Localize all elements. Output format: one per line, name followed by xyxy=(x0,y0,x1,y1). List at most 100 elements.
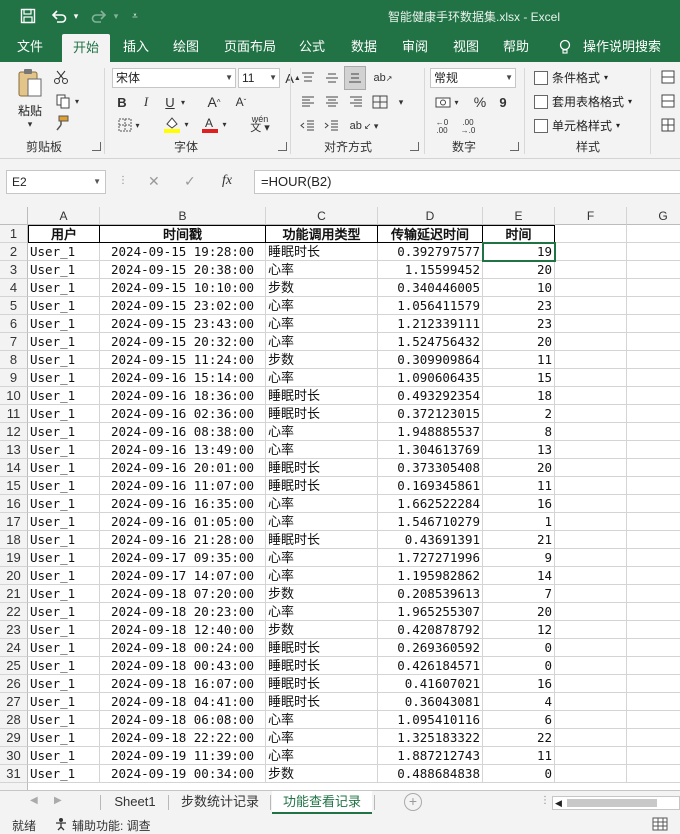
align-bottom-icon[interactable] xyxy=(344,66,366,90)
scroll-tabs-left-icon[interactable]: ◀ xyxy=(30,795,38,806)
wrap-text-icon[interactable] xyxy=(370,92,390,112)
cell-e21[interactable]: 7 xyxy=(483,585,555,603)
number-launcher-icon[interactable] xyxy=(510,142,519,151)
cell-d4[interactable]: 0.340446005 xyxy=(378,279,483,297)
cell-f29[interactable] xyxy=(555,729,627,747)
decrease-font-size-icon[interactable]: Aˇ xyxy=(232,92,250,112)
row-header[interactable]: 25 xyxy=(0,657,28,675)
cell-a21[interactable]: User_1 xyxy=(28,585,100,603)
cell-a4[interactable]: User_1 xyxy=(28,279,100,297)
cell-c7[interactable]: 心率 xyxy=(266,333,378,351)
tab-file[interactable]: 文件 xyxy=(8,32,52,62)
cell-e19[interactable]: 9 xyxy=(483,549,555,567)
customize-qat-icon[interactable]: ⩡ xyxy=(128,4,142,28)
cell-c31[interactable]: 步数 xyxy=(266,765,378,783)
cell-e17[interactable]: 1 xyxy=(483,513,555,531)
cancel-icon[interactable]: ✕ xyxy=(148,173,160,190)
cell-e22[interactable]: 20 xyxy=(483,603,555,621)
cell-g11[interactable] xyxy=(627,405,680,423)
formula-input[interactable]: =HOUR(B2) xyxy=(254,170,680,194)
cell-g13[interactable] xyxy=(627,441,680,459)
cell-a25[interactable]: User_1 xyxy=(28,657,100,675)
cell-e11[interactable]: 2 xyxy=(483,405,555,423)
paste-label[interactable]: 粘贴 xyxy=(12,102,48,119)
cell-c19[interactable]: 心率 xyxy=(266,549,378,567)
row-header[interactable]: 15 xyxy=(0,477,28,495)
cell-c18[interactable]: 睡眠时长 xyxy=(266,531,378,549)
align-right-icon[interactable] xyxy=(346,92,366,112)
orientation-icon[interactable]: ab ↗ xyxy=(372,68,394,88)
italic-button[interactable]: I xyxy=(138,92,154,112)
save-icon[interactable] xyxy=(16,4,40,28)
cell-c24[interactable]: 睡眠时长 xyxy=(266,639,378,657)
cell-d10[interactable]: 0.493292354 xyxy=(378,387,483,405)
cell-f15[interactable] xyxy=(555,477,627,495)
borders-icon[interactable]: ▾ xyxy=(114,116,144,134)
tab-insert[interactable]: 插入 xyxy=(114,32,158,62)
cell-c22[interactable]: 心率 xyxy=(266,603,378,621)
number-format-combo[interactable]: 常规 ▼ xyxy=(430,68,516,88)
row-header[interactable]: 7 xyxy=(0,333,28,351)
align-top-icon[interactable] xyxy=(298,68,318,88)
format-painter-icon[interactable] xyxy=(52,114,70,132)
cell-a1[interactable]: 用户 xyxy=(28,225,100,243)
cell-b30[interactable]: 2024-09-19 11:39:00 xyxy=(100,747,266,765)
horizontal-scrollbar[interactable]: ◀ xyxy=(552,796,680,810)
cell-f19[interactable] xyxy=(555,549,627,567)
cell-b15[interactable]: 2024-09-16 11:07:00 xyxy=(100,477,266,495)
cell-a11[interactable]: User_1 xyxy=(28,405,100,423)
font-launcher-icon[interactable] xyxy=(278,142,287,151)
cell-g5[interactable] xyxy=(627,297,680,315)
column-header-e[interactable]: E xyxy=(483,207,555,225)
cell-f16[interactable] xyxy=(555,495,627,513)
row-header[interactable]: 13 xyxy=(0,441,28,459)
clipboard-launcher-icon[interactable] xyxy=(92,142,101,151)
cell-a23[interactable]: User_1 xyxy=(28,621,100,639)
cell-f8[interactable] xyxy=(555,351,627,369)
cell-d31[interactable]: 0.488684838 xyxy=(378,765,483,783)
cell-e8[interactable]: 11 xyxy=(483,351,555,369)
cell-e23[interactable]: 12 xyxy=(483,621,555,639)
cell-g30[interactable] xyxy=(627,747,680,765)
cell-a24[interactable]: User_1 xyxy=(28,639,100,657)
cell-a29[interactable]: User_1 xyxy=(28,729,100,747)
cell-d28[interactable]: 1.095410116 xyxy=(378,711,483,729)
cell-f4[interactable] xyxy=(555,279,627,297)
cell-g7[interactable] xyxy=(627,333,680,351)
tab-review[interactable]: 审阅 xyxy=(393,32,437,62)
text-direction-icon[interactable]: ab ↙ ▾ xyxy=(346,116,382,136)
cell-d26[interactable]: 0.41607021 xyxy=(378,675,483,693)
cell-c12[interactable]: 心率 xyxy=(266,423,378,441)
conditional-format-button[interactable]: 条件格式 ▾ xyxy=(534,68,608,88)
undo-dropdown-icon[interactable]: ▾ xyxy=(70,4,82,28)
cell-d22[interactable]: 1.965255307 xyxy=(378,603,483,621)
cell-c28[interactable]: 心率 xyxy=(266,711,378,729)
row-header[interactable]: 6 xyxy=(0,315,28,333)
cell-g28[interactable] xyxy=(627,711,680,729)
accounting-format-icon[interactable]: ▾ xyxy=(432,92,462,112)
sheet-tab-sheet1[interactable]: Sheet1 xyxy=(104,791,166,814)
cell-a15[interactable]: User_1 xyxy=(28,477,100,495)
cell-d21[interactable]: 0.208539613 xyxy=(378,585,483,603)
row-header[interactable]: 11 xyxy=(0,405,28,423)
cell-d7[interactable]: 1.524756432 xyxy=(378,333,483,351)
cell-c16[interactable]: 心率 xyxy=(266,495,378,513)
decrease-indent-icon[interactable] xyxy=(298,116,318,136)
cell-a12[interactable]: User_1 xyxy=(28,423,100,441)
cell-d13[interactable]: 1.304613769 xyxy=(378,441,483,459)
cell-e3[interactable]: 20 xyxy=(483,261,555,279)
cell-b23[interactable]: 2024-09-18 12:40:00 xyxy=(100,621,266,639)
cell-f17[interactable] xyxy=(555,513,627,531)
cell-e28[interactable]: 6 xyxy=(483,711,555,729)
cell-g14[interactable] xyxy=(627,459,680,477)
cell-e18[interactable]: 21 xyxy=(483,531,555,549)
cell-f3[interactable] xyxy=(555,261,627,279)
cell-d1[interactable]: 传输延迟时间 xyxy=(378,225,483,243)
cell-b16[interactable]: 2024-09-16 16:35:00 xyxy=(100,495,266,513)
cell-g12[interactable] xyxy=(627,423,680,441)
cell-e20[interactable]: 14 xyxy=(483,567,555,585)
cell-g6[interactable] xyxy=(627,315,680,333)
cell-d18[interactable]: 0.43691391 xyxy=(378,531,483,549)
cell-a6[interactable]: User_1 xyxy=(28,315,100,333)
cell-g8[interactable] xyxy=(627,351,680,369)
